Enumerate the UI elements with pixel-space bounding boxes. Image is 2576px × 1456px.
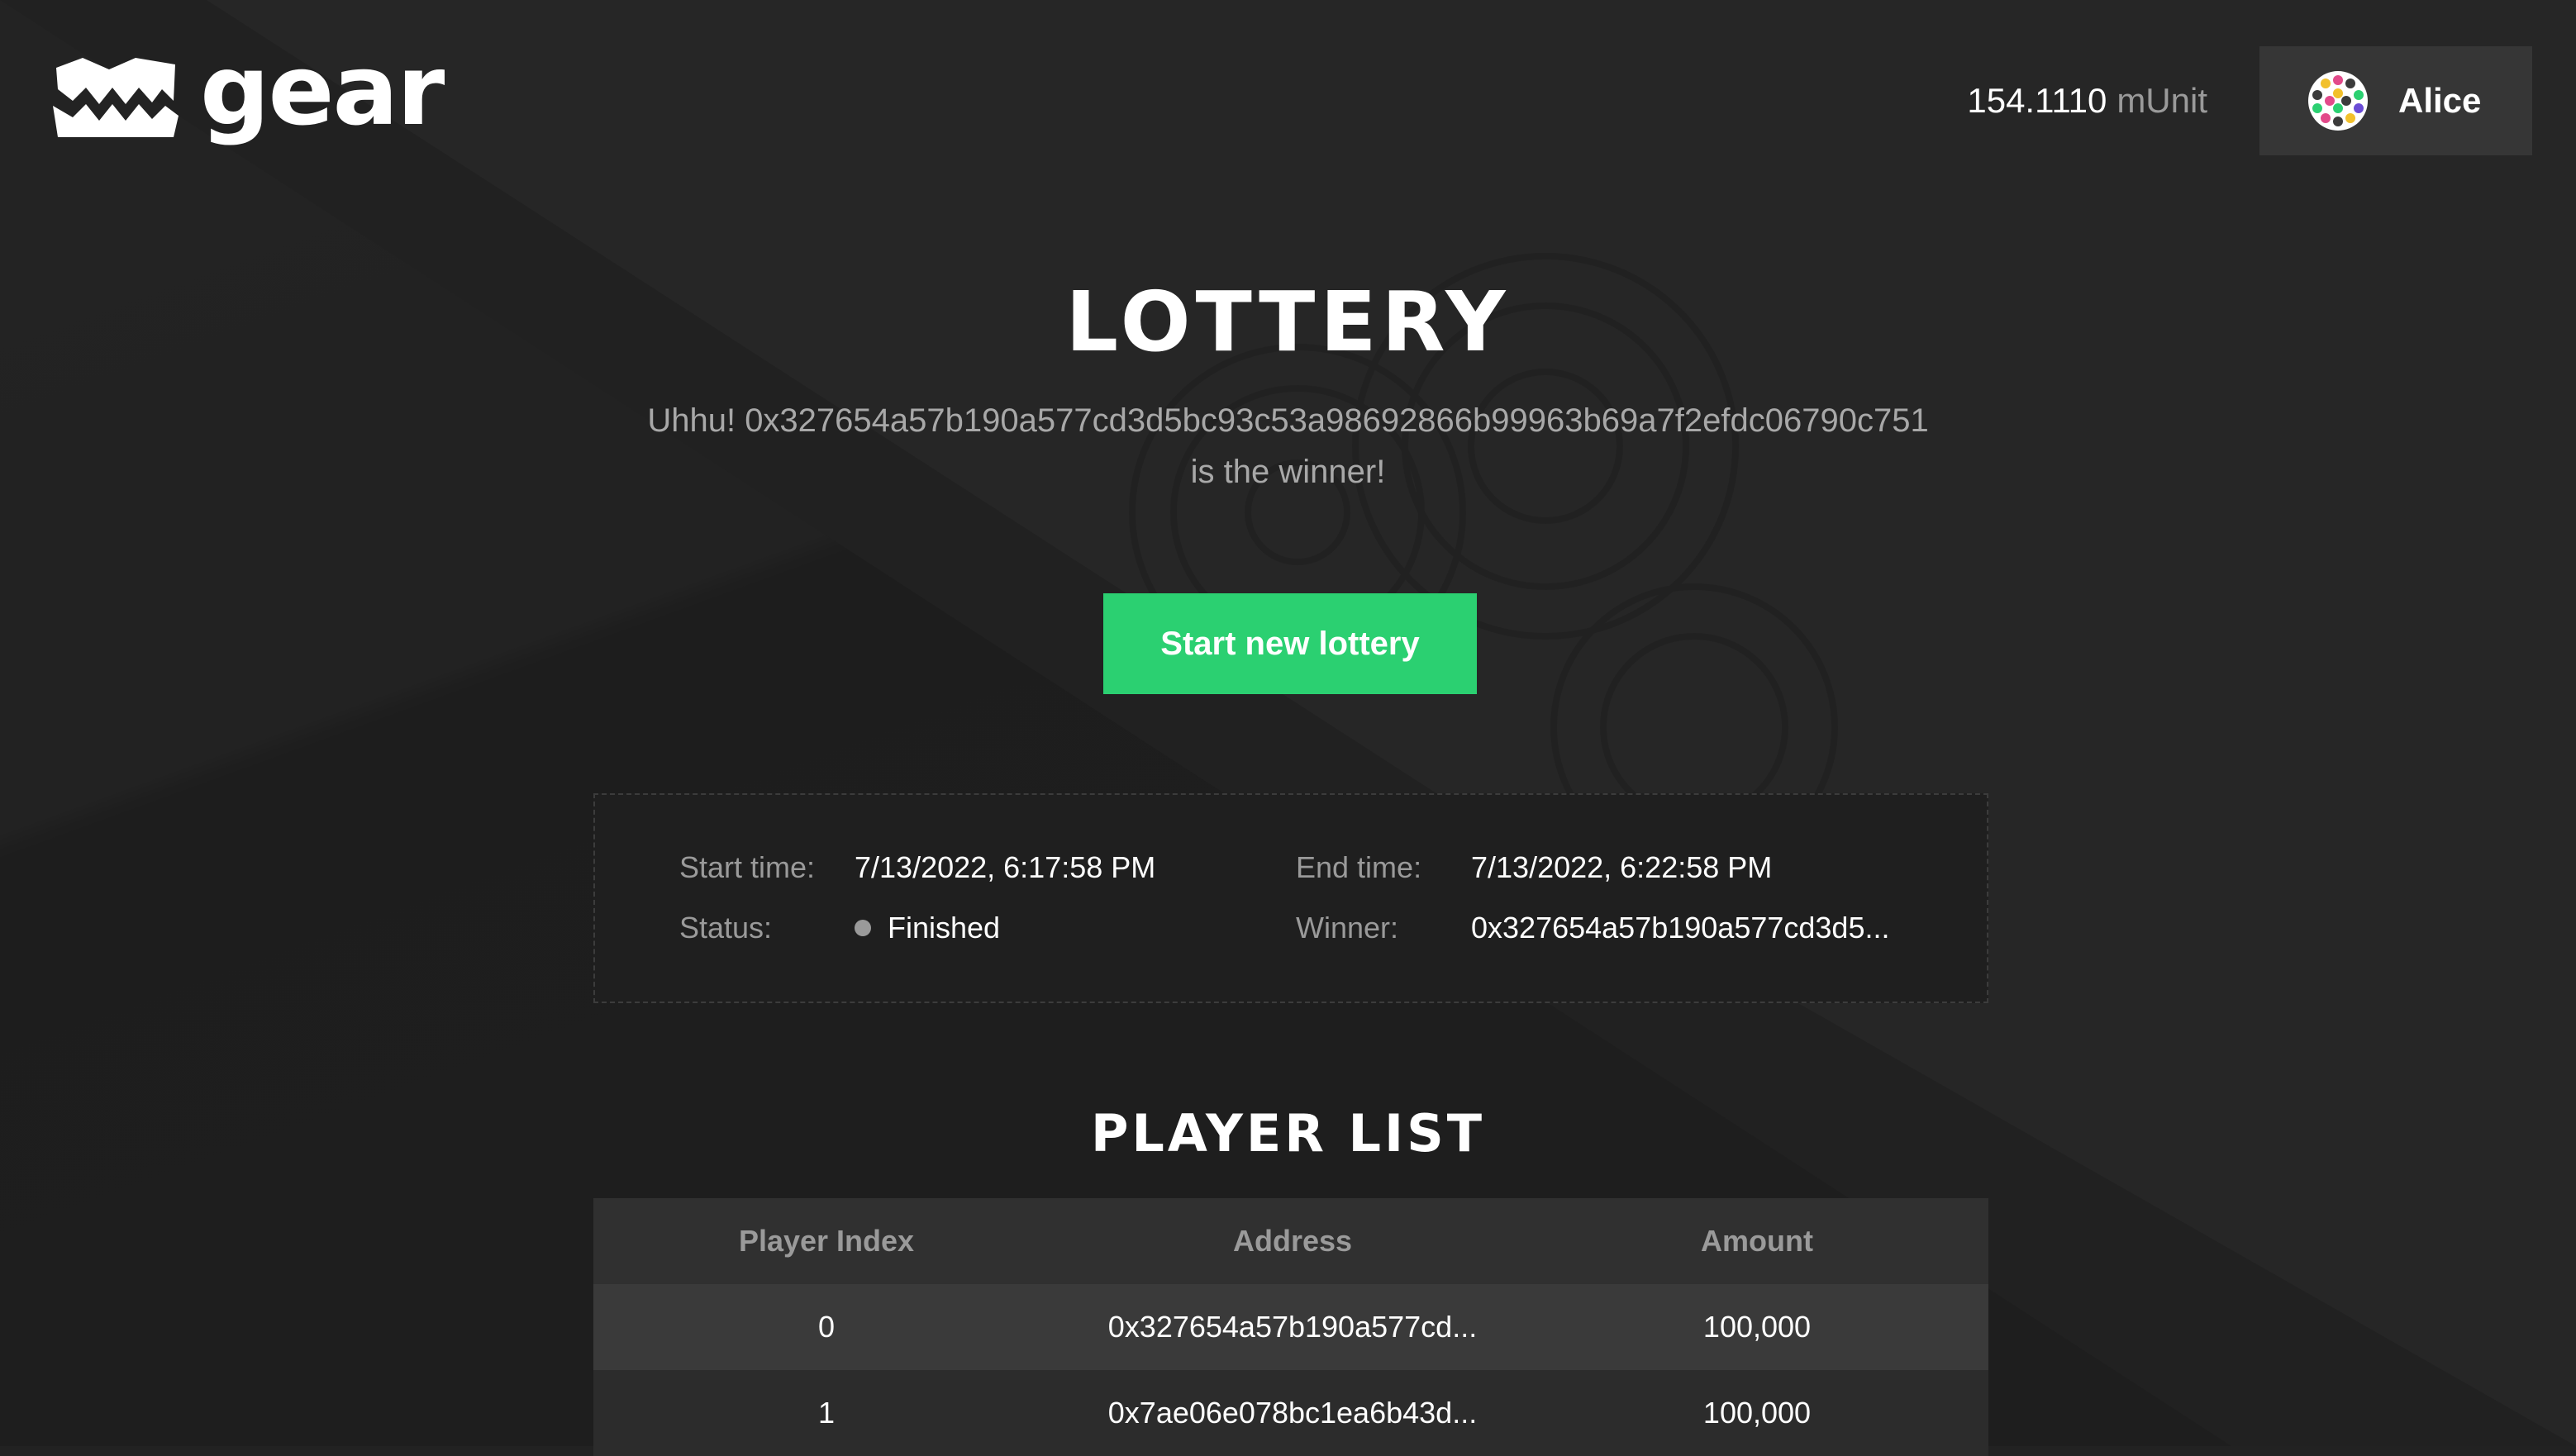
start-new-lottery-button[interactable]: Start new lottery: [1103, 593, 1477, 694]
player-table: Player Index Address Amount 0 0x327654a5…: [593, 1198, 1988, 1456]
lottery-info-panel: Start time: 7/13/2022, 6:17:58 PM End ti…: [593, 793, 1988, 1003]
status-dot-icon: [855, 920, 871, 937]
page-title: Lottery: [1065, 274, 1511, 370]
winner-prefix: Uhhu!: [647, 402, 736, 439]
balance: 154.1110 mUnit: [1967, 78, 2207, 124]
gear-logo-icon: [53, 58, 179, 137]
table-row[interactable]: 0 0x327654a57b190a577cd... 100,000: [593, 1284, 1988, 1370]
status-value-wrap: Finished: [855, 908, 1000, 948]
column-header-address: Address: [1232, 1224, 1353, 1258]
winner-message: Uhhu! 0x327654a57b190a577cd3d5bc93c53a98…: [579, 395, 1997, 497]
account-name: Alice: [2398, 81, 2482, 120]
logo-text: gear: [200, 33, 445, 147]
account-button[interactable]: Alice: [2259, 46, 2532, 155]
end-time-value: 7/13/2022, 6:22:58 PM: [1471, 850, 1773, 884]
winner-suffix: is the winner!: [1190, 454, 1386, 490]
status-label: Status:: [679, 911, 773, 944]
account-avatar-icon: [2308, 71, 2368, 131]
table-header-row: Player Index Address Amount: [593, 1198, 1988, 1284]
end-time-label: End time:: [1296, 850, 1422, 884]
player-address-cell: 0x327654a57b190a577cd...: [1107, 1310, 1478, 1344]
column-header-player-index: Player Index: [738, 1224, 915, 1258]
status-value: Finished: [888, 911, 1001, 944]
winner-value: 0x327654a57b190a577cd3d5...: [1471, 911, 1890, 944]
player-index-cell: 1: [817, 1396, 836, 1430]
player-address-cell: 0x7ae06e078bc1ea6b43d...: [1107, 1396, 1478, 1430]
header: gear 154.1110 mUnit Alice: [0, 0, 2576, 198]
balance-unit: mUnit: [2117, 81, 2207, 120]
player-index-cell: 0: [817, 1310, 836, 1344]
column-header-amount: Amount: [1701, 1224, 1813, 1258]
start-time-value: 7/13/2022, 6:17:58 PM: [855, 850, 1156, 884]
player-amount-cell: 100,000: [1702, 1310, 1812, 1344]
table-row[interactable]: 1 0x7ae06e078bc1ea6b43d... 100,000: [593, 1370, 1988, 1456]
balance-value: 154.1110: [1967, 81, 2107, 120]
winner-address: 0x327654a57b190a577cd3d5bc93c53a98692866…: [745, 402, 1929, 439]
player-amount-cell: 100,000: [1702, 1396, 1812, 1430]
player-list-title: Player list: [1090, 1103, 1486, 1163]
winner-label: Winner:: [1296, 911, 1399, 944]
gear-logo[interactable]: gear: [50, 41, 445, 144]
start-time-label: Start time:: [679, 850, 816, 884]
